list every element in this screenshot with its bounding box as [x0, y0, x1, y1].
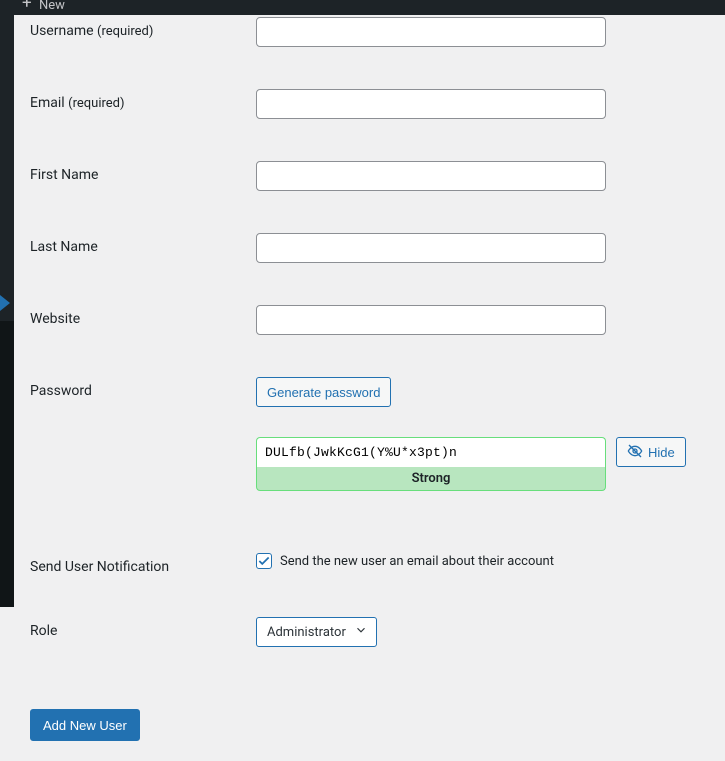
add-user-form: Username (required) Email (required) Fir…: [14, 15, 725, 761]
password-strength-meter: Strong: [256, 467, 606, 491]
first-name-label: First Name: [30, 161, 256, 183]
sidebar-collapse-region: [0, 321, 14, 607]
send-notification-checkbox[interactable]: [256, 553, 272, 569]
username-label: Username (required): [30, 17, 256, 39]
send-notification-description: Send the new user an email about their a…: [280, 554, 554, 569]
role-select[interactable]: Administrator: [256, 617, 377, 647]
hide-password-button[interactable]: Hide: [616, 437, 686, 467]
website-input[interactable]: [256, 305, 606, 335]
add-new-user-button[interactable]: Add New User: [30, 709, 140, 741]
website-label: Website: [30, 305, 256, 327]
first-name-input[interactable]: [256, 161, 606, 191]
generate-password-button[interactable]: Generate password: [256, 377, 391, 407]
eye-slash-icon: [627, 443, 643, 462]
last-name-label: Last Name: [30, 233, 256, 255]
email-input[interactable]: [256, 89, 606, 119]
chevron-down-icon: [354, 623, 368, 641]
password-label: Password: [30, 377, 256, 399]
admin-sidebar-sliver: [0, 15, 14, 607]
topbar-new-link[interactable]: New: [39, 0, 65, 13]
send-notification-label: Send User Notification: [30, 553, 256, 575]
hide-button-label: Hide: [648, 445, 675, 460]
last-name-input[interactable]: [256, 233, 606, 263]
role-label: Role: [30, 617, 256, 639]
email-label: Email (required): [30, 89, 256, 111]
checkmark-icon: [257, 554, 271, 568]
username-input[interactable]: [256, 17, 606, 47]
plus-icon: +: [22, 0, 32, 12]
role-select-value: Administrator: [267, 625, 346, 640]
password-input[interactable]: [256, 437, 606, 467]
sidebar-active-pointer-icon: [0, 295, 10, 311]
admin-topbar: + New: [0, 0, 725, 15]
